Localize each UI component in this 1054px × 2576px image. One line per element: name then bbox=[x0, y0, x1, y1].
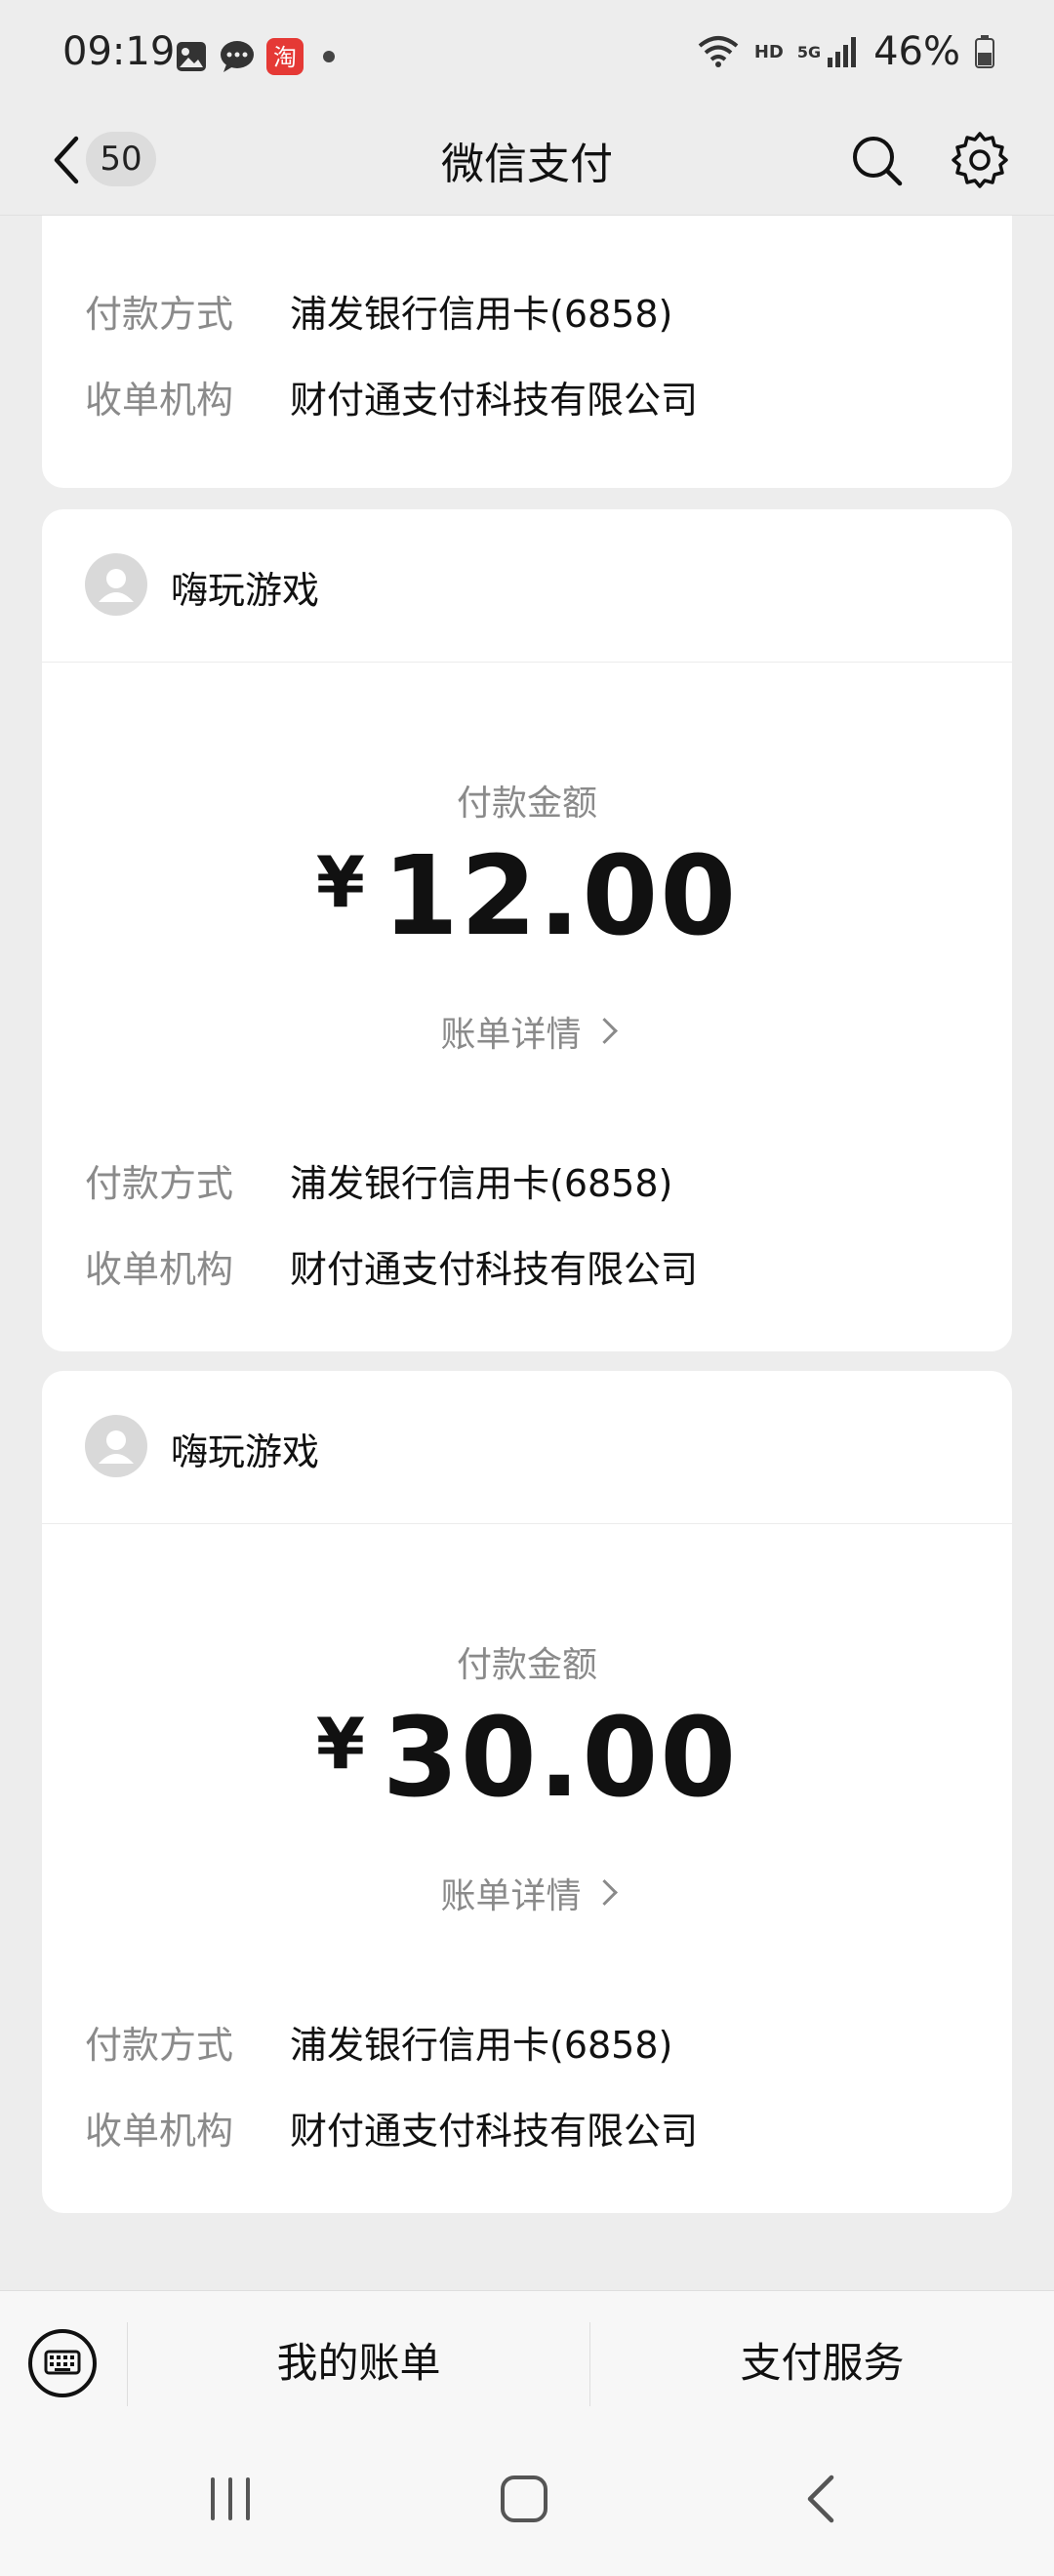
signal-icon bbox=[828, 37, 857, 67]
notification-dot-icon bbox=[323, 51, 335, 62]
wifi-icon bbox=[698, 36, 739, 67]
payment-amount: ¥30.00 bbox=[42, 1695, 1012, 1822]
detail-value: 财付通支付科技有限公司 bbox=[290, 379, 699, 422]
recents-icon[interactable] bbox=[201, 2470, 260, 2528]
merchant-name: 嗨玩游戏 bbox=[171, 569, 320, 612]
merchant-avatar bbox=[85, 553, 147, 616]
bill-details-label: 账单详情 bbox=[440, 1876, 582, 1916]
payment-services-menu-item[interactable]: 支付服务 bbox=[590, 2330, 1054, 2390]
chevron-right-icon bbox=[590, 1879, 618, 1906]
battery-icon bbox=[975, 35, 994, 68]
payment-records-list[interactable]: 付款方式 浦发银行信用卡(6858) 收单机构 财付通支付科技有限公司 嗨玩游戏… bbox=[0, 216, 1054, 2290]
currency-symbol: ¥ bbox=[315, 841, 365, 923]
merchant-name: 嗨玩游戏 bbox=[171, 1430, 320, 1473]
bill-details-link[interactable]: 账单详情 bbox=[42, 1868, 1012, 1918]
detail-label: 收单机构 bbox=[85, 379, 234, 422]
payment-card[interactable]: 嗨玩游戏 付款金额 ¥30.00 账单详情 付款方式 浦发银行信用卡(6858)… bbox=[42, 1371, 1012, 2213]
detail-value: 浦发银行信用卡(6858) bbox=[290, 1162, 673, 1205]
default-avatar-icon bbox=[99, 569, 134, 602]
home-icon[interactable] bbox=[493, 2468, 555, 2530]
default-avatar-icon bbox=[99, 1430, 134, 1464]
payment-card[interactable]: 嗨玩游戏 付款金额 ¥12.00 账单详情 付款方式 浦发银行信用卡(6858)… bbox=[42, 509, 1012, 1351]
chat-bubble-icon bbox=[221, 41, 254, 72]
amount-label: 付款金额 bbox=[456, 1645, 597, 1685]
system-navigation-bar bbox=[0, 2427, 1054, 2576]
nav-bar: 50 微信支付 bbox=[0, 107, 1054, 216]
detail-label: 付款方式 bbox=[85, 1162, 234, 1205]
detail-label: 付款方式 bbox=[85, 293, 234, 336]
payment-card[interactable]: 付款方式 浦发银行信用卡(6858) 收单机构 财付通支付科技有限公司 bbox=[42, 216, 1012, 488]
gallery-icon bbox=[177, 42, 206, 71]
svg-text:淘: 淘 bbox=[273, 44, 297, 71]
currency-symbol: ¥ bbox=[315, 1703, 365, 1785]
bill-details-label: 账单详情 bbox=[440, 1015, 582, 1055]
settings-gear-icon[interactable] bbox=[949, 129, 1011, 191]
chevron-right-icon bbox=[590, 1018, 618, 1044]
detail-label: 收单机构 bbox=[85, 2110, 234, 2153]
detail-value: 财付通支付科技有限公司 bbox=[290, 2110, 699, 2153]
detail-value: 财付通支付科技有限公司 bbox=[290, 1248, 699, 1291]
status-system-icons: HD 5G 46% bbox=[696, 29, 995, 74]
my-bills-menu-item[interactable]: 我的账单 bbox=[128, 2330, 589, 2390]
bottom-menu: 我的账单 支付服务 bbox=[0, 2290, 1054, 2428]
merchant-header[interactable]: 嗨玩游戏 bbox=[42, 509, 1012, 663]
detail-value: 浦发银行信用卡(6858) bbox=[290, 293, 673, 336]
back-icon[interactable] bbox=[798, 2470, 841, 2528]
battery-percent: 46% bbox=[873, 29, 960, 74]
detail-label: 收单机构 bbox=[85, 1248, 234, 1291]
detail-value: 浦发银行信用卡(6858) bbox=[290, 2024, 673, 2067]
amount-value: 30.00 bbox=[382, 1695, 739, 1822]
network-label: 5G bbox=[796, 42, 822, 61]
merchant-header[interactable]: 嗨玩游戏 bbox=[42, 1371, 1012, 1524]
bill-details-link[interactable]: 账单详情 bbox=[42, 1006, 1012, 1057]
status-notification-icons: 淘 bbox=[174, 35, 344, 78]
status-time: 09:19 bbox=[62, 29, 176, 74]
keyboard-icon[interactable] bbox=[27, 2328, 98, 2398]
merchant-avatar bbox=[85, 1415, 147, 1477]
detail-label: 付款方式 bbox=[85, 2024, 234, 2067]
amount-label: 付款金额 bbox=[456, 784, 597, 824]
payment-amount: ¥12.00 bbox=[42, 833, 1012, 960]
status-bar: 09:19 淘 HD 5G 46% bbox=[0, 0, 1054, 107]
search-icon[interactable] bbox=[847, 131, 906, 189]
amount-value: 12.00 bbox=[382, 833, 739, 960]
taobao-app-icon: 淘 bbox=[266, 38, 304, 75]
hd-label: HD bbox=[753, 41, 784, 62]
